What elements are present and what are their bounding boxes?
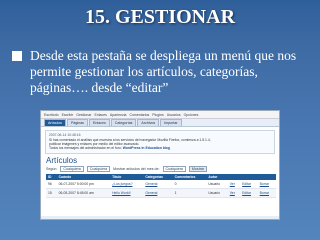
cell-category[interactable]: General: [143, 188, 173, 198]
articles-table: ID Cuándo Título Categorías Comentarios …: [46, 173, 276, 198]
filter-select-category[interactable]: Cualquiera: [86, 165, 111, 172]
tab-categorias[interactable]: Categorías: [110, 119, 137, 126]
submenu-tabs: Artículos Páginas Enlaces Categorías Arc…: [41, 119, 279, 127]
notice-link[interactable]: WordPress in Education blog: [123, 146, 170, 150]
cell-title[interactable]: ¿Los juegos?: [110, 179, 144, 189]
menu-item[interactable]: Apariencia: [110, 113, 127, 117]
cell-id: 96: [46, 179, 57, 189]
menu-item[interactable]: Escritorio: [44, 113, 59, 117]
table-row: 96 06-07-2007 5:00:00 pm ¿Los juegos? Ge…: [46, 179, 276, 189]
screenshot-footer-strip: [41, 216, 279, 219]
cell-id: 15: [46, 188, 57, 198]
tab-paginas[interactable]: Páginas: [66, 119, 88, 126]
table-row: 15 06-05-2007 8:45:00 am Hello World! Ge…: [46, 188, 276, 198]
filter-select-author[interactable]: Cualquiera: [60, 165, 84, 172]
edit-link[interactable]: Editar: [240, 188, 258, 198]
cell-title[interactable]: Hello World!: [110, 188, 144, 198]
tab-articulos[interactable]: Artículos: [44, 119, 66, 126]
cell-when: 06-05-2007 8:45:00 am: [56, 188, 111, 198]
edit-link[interactable]: Editar: [240, 179, 258, 189]
filter-bar: Según: Cualquiera Cualquiera Mostrar art…: [46, 165, 274, 172]
delete-link[interactable]: Borrar: [257, 188, 276, 198]
menu-item[interactable]: Gestionar: [76, 113, 91, 117]
filter-label: Mostrar artículos del mes de:: [113, 166, 160, 171]
notice-date: 2007-06-14 10:48:16: [49, 133, 81, 137]
admin-menu-bar: Escritorio Escribir Gestionar Enlaces Ap…: [41, 111, 279, 119]
notice-label: Todos los mensajes del administrador en …: [49, 146, 122, 151]
menu-item[interactable]: Escribir: [62, 113, 74, 117]
tab-enlaces[interactable]: Enlaces: [88, 119, 110, 126]
filter-button[interactable]: Mostrar: [188, 165, 208, 172]
cell-comments: 1: [172, 188, 207, 198]
section-title: Artículos: [46, 155, 78, 165]
cell-author: Usuario: [206, 179, 228, 189]
bullet-square-icon: [12, 51, 22, 61]
bullet-item: Desde esta pestaña se despliega un menú …: [12, 48, 312, 96]
slide-title: 15. GESTIONAR: [84, 6, 236, 28]
notice-box: 2007-06-14 10:48:16 Si has comentado el …: [45, 130, 275, 154]
menu-item[interactable]: Comentarios: [129, 113, 149, 117]
tab-importar[interactable]: Importar: [160, 119, 182, 126]
cell-author: Usuario: [206, 188, 228, 198]
notice-text: Todos los mensajes del administrador en …: [49, 146, 271, 150]
cell-when: 06-07-2007 5:00:00 pm: [56, 179, 111, 189]
cell-category[interactable]: General: [143, 179, 173, 189]
menu-item[interactable]: Plugins: [152, 113, 163, 117]
embedded-screenshot: Escritorio Escribir Gestionar Enlaces Ap…: [40, 110, 280, 220]
view-link[interactable]: Ver: [227, 179, 241, 189]
delete-link[interactable]: Borrar: [257, 179, 276, 189]
menu-item[interactable]: Opciones: [184, 113, 199, 117]
filter-label: Según:: [46, 166, 58, 171]
bullet-text: Desde esta pestaña se despliega un menú …: [30, 48, 297, 95]
menu-item[interactable]: Enlaces: [94, 113, 106, 117]
menu-item[interactable]: Usuarios: [167, 113, 181, 117]
tab-archivos[interactable]: Archivos: [137, 119, 160, 126]
view-link[interactable]: Ver: [227, 188, 241, 198]
cell-comments: 0: [172, 179, 207, 189]
filter-select-month[interactable]: Cualquiera: [162, 165, 186, 172]
